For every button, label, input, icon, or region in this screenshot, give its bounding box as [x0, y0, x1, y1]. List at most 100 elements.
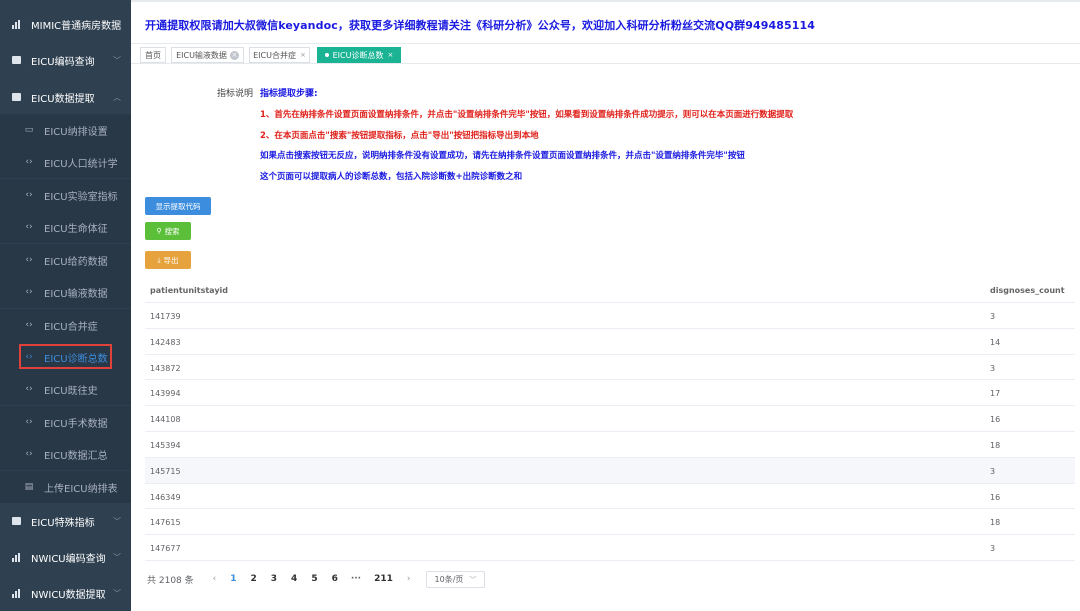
sidebar-item-eicu-medication[interactable]: ‹› EICU给药数据	[0, 244, 131, 276]
page-number[interactable]: 3	[271, 574, 277, 584]
code-icon: ‹›	[25, 222, 33, 232]
sidebar-item-eicu-lab[interactable]: ‹› EICU实验室指标	[0, 179, 131, 211]
prev-page-icon[interactable]: ‹	[213, 574, 217, 584]
instructions-title: 指标提取步骤:	[260, 89, 318, 99]
sidebar-item-label: EICU人口统计学	[44, 158, 118, 170]
table-row[interactable]: 145394 18	[145, 432, 1075, 458]
tab-eicu-infusion[interactable]: EICU输液数据 ×	[171, 47, 244, 63]
sidebar-item-label: EICU既往史	[44, 385, 98, 397]
sidebar-item-eicu-surgery[interactable]: ‹› EICU手术数据	[0, 406, 131, 438]
sidebar-item-label: EICU纳排设置	[44, 126, 108, 138]
sidebar-item-label: EICU数据提取	[31, 93, 95, 105]
cell-diagnoses-count: 3	[990, 544, 996, 554]
sidebar-item-eicu-summary[interactable]: ‹› EICU数据汇总	[0, 438, 131, 470]
sidebar-item-mimic-ward-data[interactable]: MIMIC普通病房数据 ﹀	[0, 8, 131, 40]
search-button[interactable]: ⚲ 搜索	[145, 222, 191, 240]
instruction-note-2: 这个页面可以提取病人的诊断总数，包括入院诊断数+出院诊断数之和	[260, 172, 523, 182]
table-row[interactable]: 142483 14	[145, 329, 1075, 355]
sidebar-item-label: NWICU编码查询	[31, 553, 106, 565]
sidebar-item-label: MIMIC普通病房数据	[31, 20, 122, 32]
sidebar-item-eicu-vitals[interactable]: ‹› EICU生命体征	[0, 211, 131, 243]
search-icon: ⚲	[156, 227, 162, 235]
cell-diagnoses-count: 3	[990, 466, 996, 476]
download-icon: ⤓	[157, 255, 161, 264]
column-header-diagnoses-count[interactable]: disgnoses_count	[990, 286, 1065, 295]
table-row[interactable]: 144108 16	[145, 406, 1075, 432]
chevron-down-icon: ﹀	[469, 575, 477, 584]
tab-home[interactable]: 首页	[140, 47, 166, 63]
sidebar-item-eicu-code-query[interactable]: EICU编码查询 ﹀	[0, 44, 131, 76]
sidebar-item-eicu-history[interactable]: ‹› EICU既往史	[0, 373, 131, 405]
search-label: 搜索	[164, 226, 180, 236]
code-icon: ‹›	[25, 320, 33, 330]
sidebar-item-label: EICU特殊指标	[31, 517, 95, 529]
page-number[interactable]: 4	[291, 574, 297, 584]
bar-chart-icon	[11, 588, 21, 598]
sidebar-item-label: EICU编码查询	[31, 56, 95, 68]
close-icon[interactable]: ×	[387, 51, 393, 59]
code-icon: ‹›	[25, 449, 33, 459]
square-icon	[11, 516, 21, 526]
page-number[interactable]: 5	[311, 574, 317, 584]
square-icon	[11, 55, 21, 65]
sidebar-item-nwicu-code-query[interactable]: NWICU编码查询 ﹀	[0, 541, 131, 573]
tab-label: EICU合并症	[253, 50, 296, 60]
cell-patient-id: 144108	[150, 415, 181, 425]
sidebar: MIMIC普通病房数据 ﹀ EICU编码查询 ﹀ EICU数据提取 ︿ ▭ EI…	[0, 0, 131, 611]
show-code-button[interactable]: 显示提取代码	[145, 197, 211, 215]
page-number[interactable]: 2	[251, 574, 257, 584]
page-tabs: 首页 EICU输液数据 × EICU合并症 × EICU诊断总数 ×	[131, 44, 1080, 64]
page-size-select[interactable]: 10条/页 ﹀	[425, 570, 486, 588]
page-number[interactable]: 6	[332, 574, 338, 584]
close-icon[interactable]: ×	[229, 50, 239, 60]
pagination: 共 2108 条 ‹ 1 2 3 4 5 6 ··· 211 › 10条/页 ﹀	[147, 570, 486, 588]
sidebar-item-label: NWICU数据提取	[31, 589, 106, 601]
export-button[interactable]: ⤓ 导出	[145, 251, 191, 269]
page-number[interactable]: 1	[230, 574, 236, 584]
sidebar-item-eicu-demographics[interactable]: ‹› EICU人口统计学	[0, 146, 131, 178]
notice-banner: 开通提取权限请加大叔微信keyandoc，获取更多详细教程请关注《科研分析》公众…	[145, 19, 816, 32]
table-row[interactable]: 147615 18	[145, 509, 1075, 536]
table-row[interactable]: 143872 3	[145, 355, 1075, 381]
sidebar-item-nwicu-data-extract[interactable]: NWICU数据提取 ﹀	[0, 577, 131, 609]
export-label: 导出	[163, 255, 179, 265]
tab-label: EICU输液数据	[176, 50, 227, 60]
sidebar-item-eicu-infusion[interactable]: ‹› EICU输液数据	[0, 276, 131, 308]
tab-eicu-diagnosis-count[interactable]: EICU诊断总数 ×	[317, 47, 401, 63]
chevron-up-icon: ︿	[113, 92, 121, 102]
tab-eicu-comorbidity[interactable]: EICU合并症 ×	[249, 47, 310, 63]
table-row[interactable]: 141739 3	[145, 303, 1075, 329]
cell-patient-id: 141739	[150, 312, 181, 321]
table-row[interactable]: 147677 3	[145, 535, 1075, 561]
chevron-down-icon: ﹀	[113, 516, 121, 526]
sidebar-item-eicu-data-extract[interactable]: EICU数据提取 ︿	[0, 81, 131, 113]
tab-label: EICU诊断总数	[332, 50, 384, 60]
cell-diagnoses-count: 14	[990, 337, 1001, 347]
sidebar-item-eicu-comorbidity[interactable]: ‹› EICU合并症	[0, 309, 131, 341]
table-row[interactable]: 146349 16	[145, 484, 1075, 510]
sidebar-item-label: EICU合并症	[44, 321, 98, 333]
instruction-step-2: 2、在本页面点击"搜索"按钮提取指标，点击"导出"按钮把指标导出到本地	[260, 131, 539, 141]
next-page-icon[interactable]: ›	[407, 574, 411, 584]
last-page-number[interactable]: 211	[374, 574, 393, 584]
sidebar-item-label: EICU实验室指标	[44, 191, 118, 203]
cell-diagnoses-count: 3	[990, 363, 996, 373]
highlight-box	[19, 344, 112, 369]
code-icon: ‹›	[25, 417, 33, 427]
chevron-down-icon: ﹀	[113, 552, 121, 562]
table-row[interactable]: 143994 17	[145, 380, 1075, 407]
sidebar-item-upload-eicu-table[interactable]: ▤ 上传EICU纳排表	[0, 471, 131, 503]
cell-patient-id: 145394	[150, 440, 181, 450]
sidebar-item-eicu-special[interactable]: EICU特殊指标 ﹀	[0, 505, 131, 537]
table-row-hovered[interactable]: 145715 3	[145, 457, 1075, 484]
monitor-icon: ▭	[24, 125, 34, 135]
sidebar-item-eicu-inclusion-settings[interactable]: ▭ EICU纳排设置	[0, 114, 131, 146]
cell-diagnoses-count: 16	[990, 492, 1001, 502]
cell-patient-id: 147677	[150, 544, 181, 554]
code-icon: ‹›	[25, 190, 33, 200]
more-pages-button[interactable]: ···	[351, 574, 361, 584]
column-header-patientunitstayid[interactable]: patientunitstayid	[150, 286, 228, 295]
close-icon[interactable]: ×	[300, 51, 306, 59]
active-dot-icon	[324, 53, 329, 57]
cell-patient-id: 142483	[150, 337, 181, 347]
